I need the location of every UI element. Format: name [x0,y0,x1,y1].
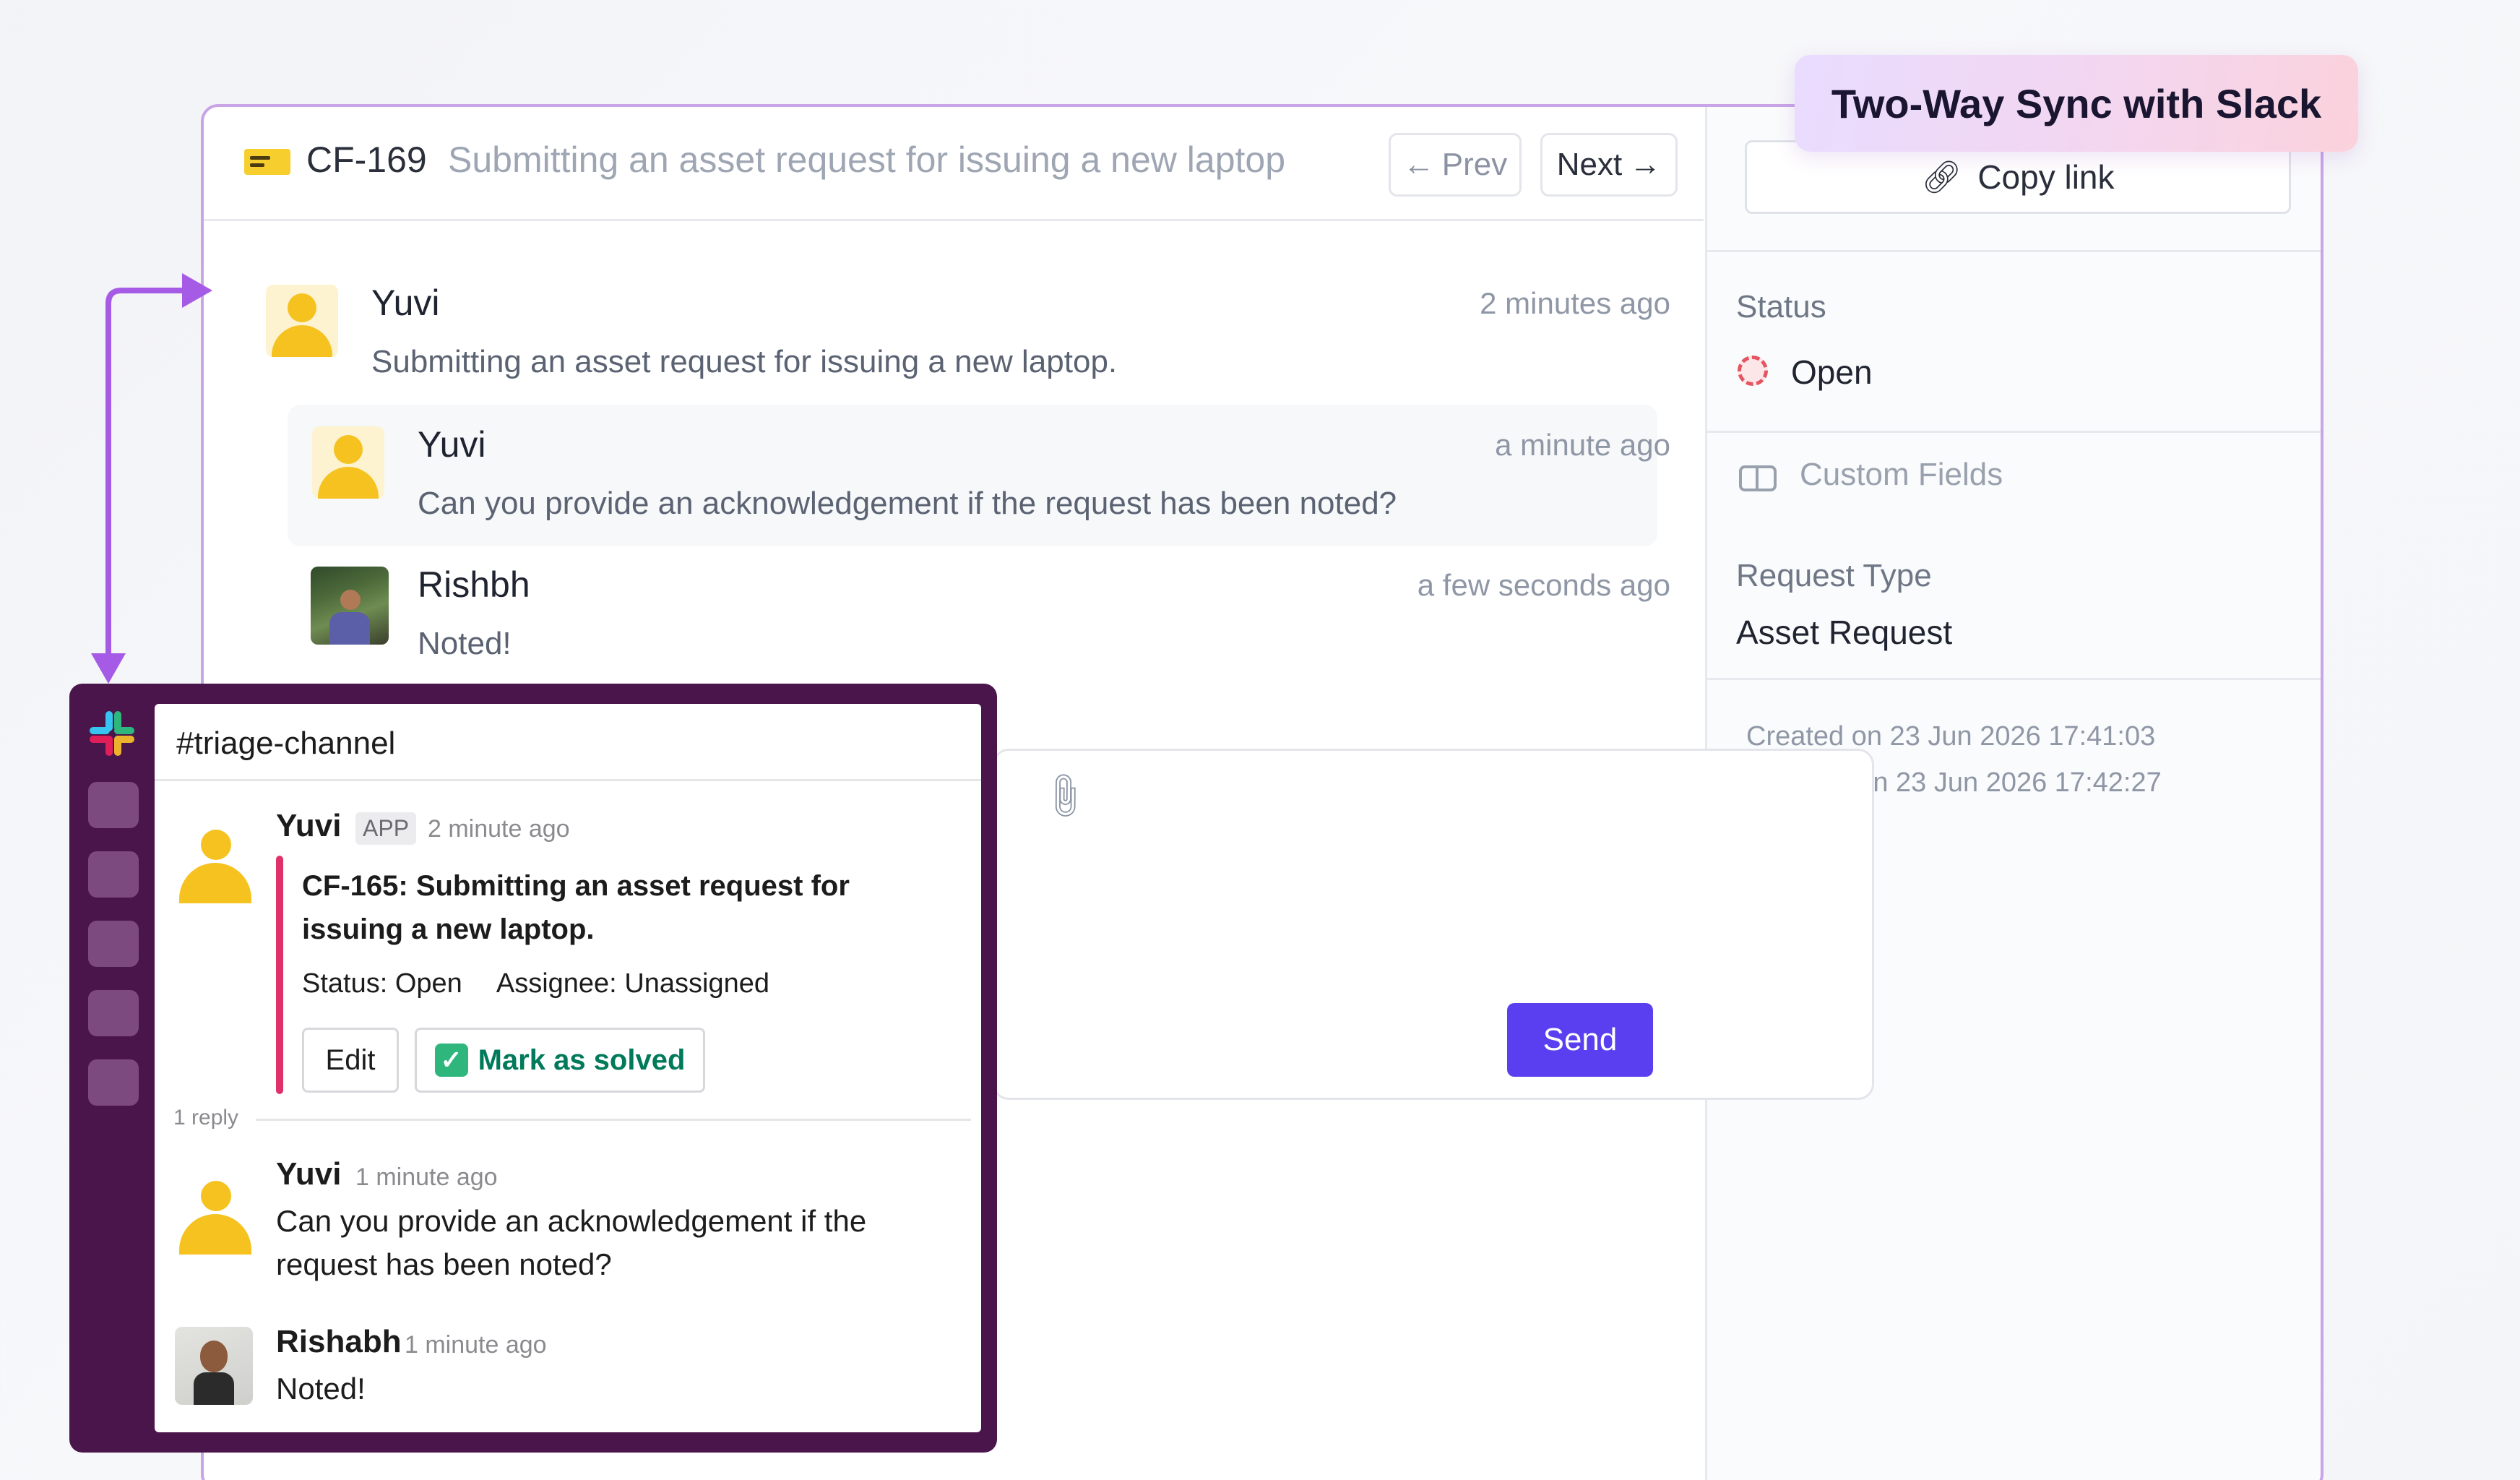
divider [155,779,981,781]
workspace-item[interactable] [88,851,139,898]
workspace-item[interactable] [88,782,139,828]
message-author[interactable]: Rishabh [276,1324,402,1360]
mark-as-solved-label: Mark as solved [478,1044,686,1076]
divider [256,1119,971,1121]
message-text: Noted! [276,1372,366,1406]
assignee-meta-label: Assignee: [496,968,617,999]
mark-as-solved-button[interactable]: ✓ Mark as solved [415,1028,705,1093]
slack-channel-panel: #triage-channel Yuvi APP 2 minute ago CF… [155,704,981,1432]
message-author[interactable]: Yuvi [276,808,342,844]
status-meta-value: Open [394,968,462,999]
message-author[interactable]: Yuvi [276,1156,342,1192]
card-meta: Status: Open Assignee: Unassigned [302,968,769,999]
assignee-meta-value: Unassigned [624,968,769,999]
card-accent-bar [276,856,283,1094]
slack-logo-icon [90,711,134,756]
channel-name[interactable]: #triage-channel [176,726,395,762]
message-text: Can you provide an acknowledgement if th… [276,1204,867,1281]
message-time: 2 minute ago [428,815,570,843]
workspace-item[interactable] [88,1059,139,1106]
status-meta-label: Status: [302,968,388,999]
check-icon: ✓ [434,1044,468,1077]
reply-count[interactable]: 1 reply [173,1106,238,1130]
edit-button[interactable]: Edit [302,1028,399,1093]
message-time: 1 minute ago [355,1163,498,1191]
workspace-item[interactable] [88,990,139,1036]
avatar [175,1174,256,1255]
slack-window: #triage-channel Yuvi APP 2 minute ago CF… [69,684,997,1453]
card-title: CF-165: Submitting an asset request for … [302,870,850,945]
message-time: 1 minute ago [405,1331,547,1359]
avatar [175,1327,253,1405]
workspace-item[interactable] [88,921,139,967]
app-badge: APP [355,812,417,845]
avatar [175,822,256,903]
